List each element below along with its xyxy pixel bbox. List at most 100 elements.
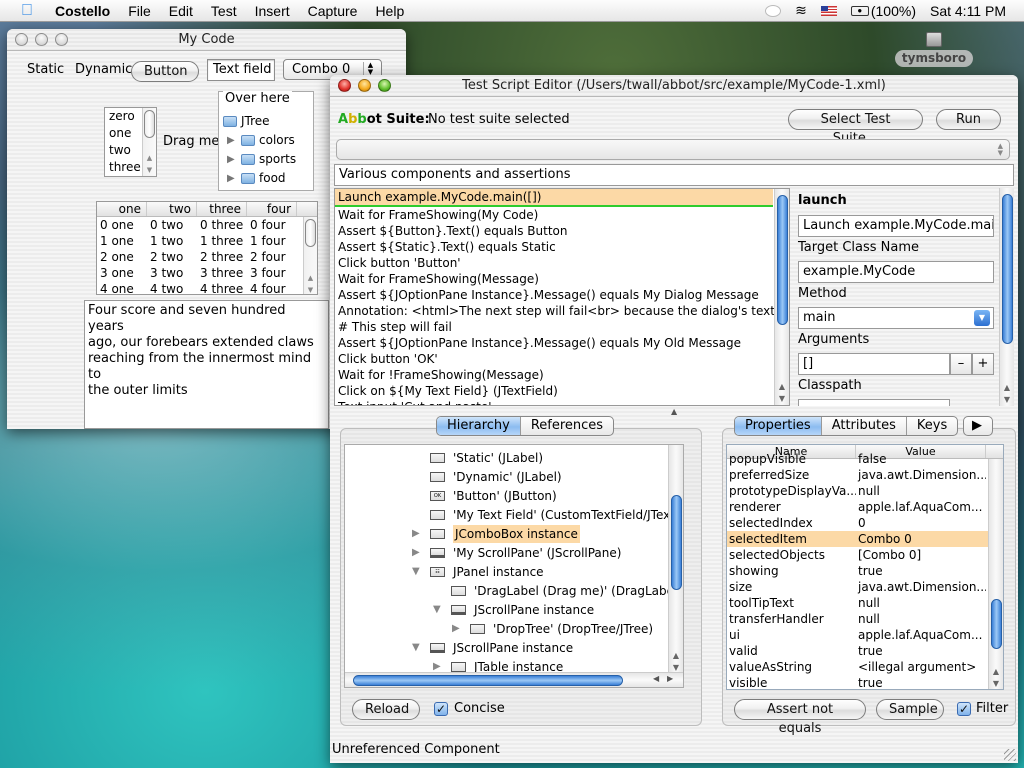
scroll-down-icon[interactable]: ▼ [989,679,1003,688]
table-cell[interactable]: 1 four [247,233,297,249]
scroll-thumb[interactable] [991,599,1002,649]
properties-table[interactable]: Name Value popupVisible false preferredSi… [726,444,1004,690]
scroll-thumb[interactable] [671,495,682,590]
collapsed-arrow-icon[interactable]: ▶ [412,525,422,543]
table-cell[interactable]: 0 three [197,217,247,233]
script-step[interactable]: Assert ${JOptionPane Instance}.Message()… [335,287,773,303]
scroll-down-icon[interactable]: ▼ [304,286,317,294]
drag-label[interactable]: Drag me [163,134,219,149]
expand-arrow-icon[interactable]: ▶ [227,154,237,165]
ichat-status-icon[interactable] [765,4,782,17]
expanded-arrow-icon[interactable]: ▼ [412,563,422,581]
table-cell[interactable]: 1 two [147,233,197,249]
scroll-up-icon[interactable]: ▲ [143,154,156,162]
tree-node[interactable]: OK 'Button' (JButton) [430,487,557,505]
concise-checkbox[interactable]: ✓ [434,702,448,716]
scroll-thumb[interactable] [144,110,155,138]
expanded-arrow-icon[interactable]: ▼ [412,639,422,657]
property-row[interactable]: renderer apple.laf.AquaCom... [727,499,1003,515]
editor-titlebar[interactable]: Test Script Editor (/Users/twall/abbot/s… [330,75,1018,97]
menu-test[interactable]: Test [202,3,246,19]
hierarchy-vscrollbar[interactable]: ▲ ▼ [668,445,683,674]
filter-checkbox[interactable]: ✓ [957,702,971,716]
tree-node[interactable]: 'Static' (JLabel) [430,449,543,467]
table-row[interactable]: 3 one 3 two 3 three 3 four [97,265,317,281]
property-row[interactable]: transferHandler null [727,611,1003,627]
wifi-icon[interactable]: ≋ [795,2,807,19]
scroll-down-icon[interactable]: ▼ [143,166,156,174]
method-combo[interactable]: main ▼ [798,307,994,329]
table-cell[interactable]: 2 one [97,249,147,265]
properties-scrollbar[interactable]: ▲ ▼ [988,459,1003,689]
tree-node[interactable]: 'Dynamic' (JLabel) [430,468,562,486]
table-cell[interactable]: 4 two [147,281,197,294]
my-code-titlebar[interactable]: My Code [7,29,406,51]
property-row[interactable]: prototypeDisplayVa... null [727,483,1003,499]
dropdown-arrow-icon[interactable]: ▼ [974,310,990,326]
select-test-suite-button[interactable]: Select Test Suite... [788,109,923,146]
column-header[interactable]: three [197,202,247,216]
scroll-left-icon[interactable]: ◀ [653,674,659,683]
text-field[interactable]: Text field [207,59,275,81]
zoom-icon[interactable] [378,79,391,92]
table-cell[interactable]: 1 one [97,233,147,249]
add-argument-button[interactable]: + [972,353,994,375]
tree-node-sports[interactable]: ▶ sports [227,152,296,166]
tree-root[interactable]: JTree [223,114,270,128]
test-case-combo[interactable]: ▲ ▼ [336,139,1010,160]
scroll-thumb[interactable] [1002,194,1013,344]
scroll-thumb[interactable] [305,219,316,247]
scroll-thumb[interactable] [777,195,788,325]
run-button[interactable]: Run [936,109,1001,130]
table-cell[interactable]: 3 two [147,265,197,281]
script-step[interactable]: Text input 'Cut and paste' [335,399,773,405]
tree-node[interactable]: ▼ JScrollPane instance [412,639,573,657]
column-header[interactable]: two [147,202,197,216]
tree-node[interactable]: 'DragLabel (Drag me)' (DragLabel/JLabel) [451,582,683,600]
scroll-up-icon[interactable]: ▲ [989,667,1003,676]
expand-arrow-icon[interactable]: ▶ [227,135,237,146]
steps-scrollbar[interactable]: ▲ ▼ [774,189,789,405]
disk-icon[interactable] [926,32,942,47]
list-scrollbar[interactable]: ▲ ▼ [142,108,156,176]
table-cell[interactable]: 2 three [197,249,247,265]
menu-app-name[interactable]: Costello [46,3,119,19]
scroll-up-icon[interactable]: ▲ [775,382,789,391]
expanded-arrow-icon[interactable]: ▼ [433,601,443,619]
my-button[interactable]: Button [131,61,199,82]
script-step[interactable]: Assert ${Button}.Text() equals Button [335,223,773,239]
tree-node[interactable]: ▼ JScrollPane instance [433,601,594,619]
tree-node[interactable]: ▶ 'My ScrollPane' (JScrollPane) [412,544,621,562]
target-class-field[interactable]: example.MyCode [798,261,994,283]
table-cell[interactable]: 1 three [197,233,247,249]
property-row[interactable]: valueAsString <illegal argument> [727,659,1003,675]
component-hierarchy-tree[interactable]: 'Static' (JLabel) 'Dynamic' (JLabel) OK … [344,444,684,688]
close-icon[interactable] [338,79,351,92]
scroll-down-icon[interactable]: ▼ [775,394,789,403]
scroll-up-icon[interactable]: ▲ [1000,383,1014,392]
tree-node-colors[interactable]: ▶ colors [227,133,295,147]
property-row[interactable]: showing true [727,563,1003,579]
menu-capture[interactable]: Capture [299,3,367,19]
table-cell[interactable]: 3 three [197,265,247,281]
tree-node-food[interactable]: ▶ food [227,171,286,185]
script-steps-list[interactable]: Launch example.MyCode.main([]) Wait for … [334,188,790,406]
tree-node[interactable]: 'My Text Field' (CustomTextField/JTextFi… [430,506,683,524]
input-menu-flag-icon[interactable] [820,5,837,16]
zoom-icon[interactable] [55,33,68,46]
apple-menu-icon[interactable]:  [16,2,38,20]
menu-edit[interactable]: Edit [160,3,202,19]
menu-clock[interactable]: Sat 4:11 PM [930,3,1006,19]
table-row[interactable]: 1 one 1 two 1 three 1 four [97,233,317,249]
table-cell[interactable]: 4 one [97,281,147,294]
scroll-thumb[interactable] [353,675,623,686]
script-step[interactable]: Assert ${Static}.Text() equals Static [335,239,773,255]
scroll-down-icon[interactable]: ▼ [669,663,683,672]
collapsed-arrow-icon[interactable]: ▶ [412,544,422,562]
scroll-right-icon[interactable]: ▶ [667,674,673,683]
hierarchy-hscrollbar[interactable]: ◀ ▶ [345,672,683,687]
disk-label[interactable]: tymsboro [895,50,973,67]
tree-node[interactable]: ▼ ☷ JPanel instance [412,563,544,581]
table-cell[interactable]: 0 four [247,217,297,233]
minimize-icon[interactable] [358,79,371,92]
